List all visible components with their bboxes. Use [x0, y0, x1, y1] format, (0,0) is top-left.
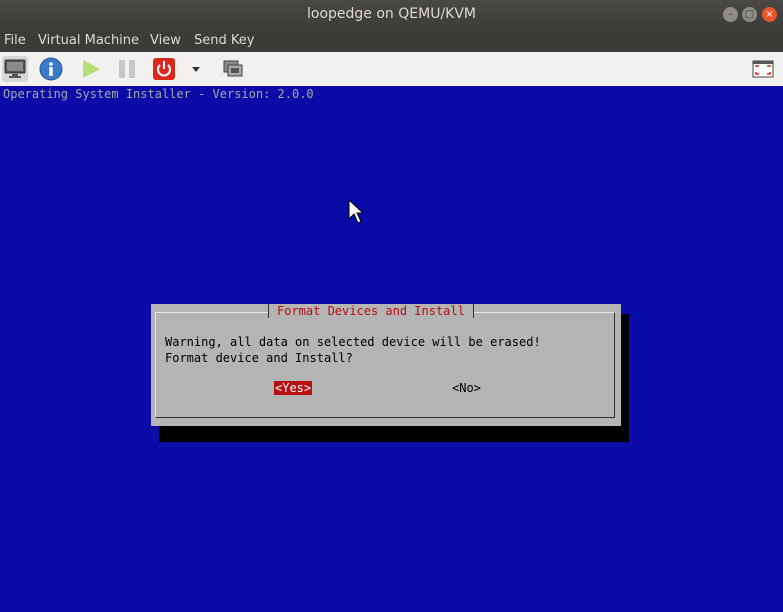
menu-file[interactable]: File	[4, 33, 26, 48]
dropdown-icon	[192, 67, 200, 72]
power-icon	[153, 58, 175, 80]
play-icon	[83, 60, 100, 78]
maximize-button[interactable]: □	[742, 7, 757, 22]
snapshot-icon	[223, 60, 243, 77]
dialog-message: Warning, all data on selected device wil…	[165, 334, 541, 366]
shutdown-button[interactable]	[151, 56, 177, 82]
dialog-message-line-1: Warning, all data on selected device wil…	[165, 335, 541, 349]
fullscreen-button[interactable]	[750, 56, 776, 82]
pause-button[interactable]	[114, 56, 140, 82]
yes-button[interactable]: <Yes>	[274, 381, 313, 395]
pause-icon	[119, 60, 135, 78]
dialog-message-line-2: Format device and Install?	[165, 351, 353, 365]
installer-title: Operating System Installer - Version: 2.…	[3, 87, 314, 101]
info-button[interactable]	[38, 56, 64, 82]
no-button[interactable]: <No>	[452, 381, 481, 395]
window-titlebar: loopedge on QEMU/KVM – □ ×	[0, 0, 783, 30]
snapshot-button[interactable]	[220, 56, 246, 82]
minimize-button[interactable]: –	[723, 7, 738, 22]
console-button[interactable]	[2, 56, 28, 82]
format-dialog: Format Devices and Install Warning, all …	[151, 304, 621, 426]
menu-bar: File Virtual Machine View Send Key	[0, 30, 783, 52]
menu-send-key[interactable]: Send Key	[194, 33, 254, 48]
window-title: loopedge on QEMU/KVM	[307, 6, 476, 22]
shutdown-dropdown[interactable]	[186, 56, 206, 82]
mouse-cursor-icon	[348, 199, 364, 224]
fullscreen-icon	[752, 60, 774, 78]
vm-display[interactable]: Operating System Installer - Version: 2.…	[0, 86, 783, 612]
toolbar	[0, 52, 783, 87]
run-button[interactable]	[78, 56, 104, 82]
info-icon	[39, 57, 63, 81]
menu-virtual-machine[interactable]: Virtual Machine	[38, 33, 139, 48]
console-icon	[4, 59, 26, 78]
menu-view[interactable]: View	[150, 33, 181, 48]
dialog-title: Format Devices and Install	[268, 304, 474, 318]
close-button[interactable]: ×	[762, 7, 777, 22]
